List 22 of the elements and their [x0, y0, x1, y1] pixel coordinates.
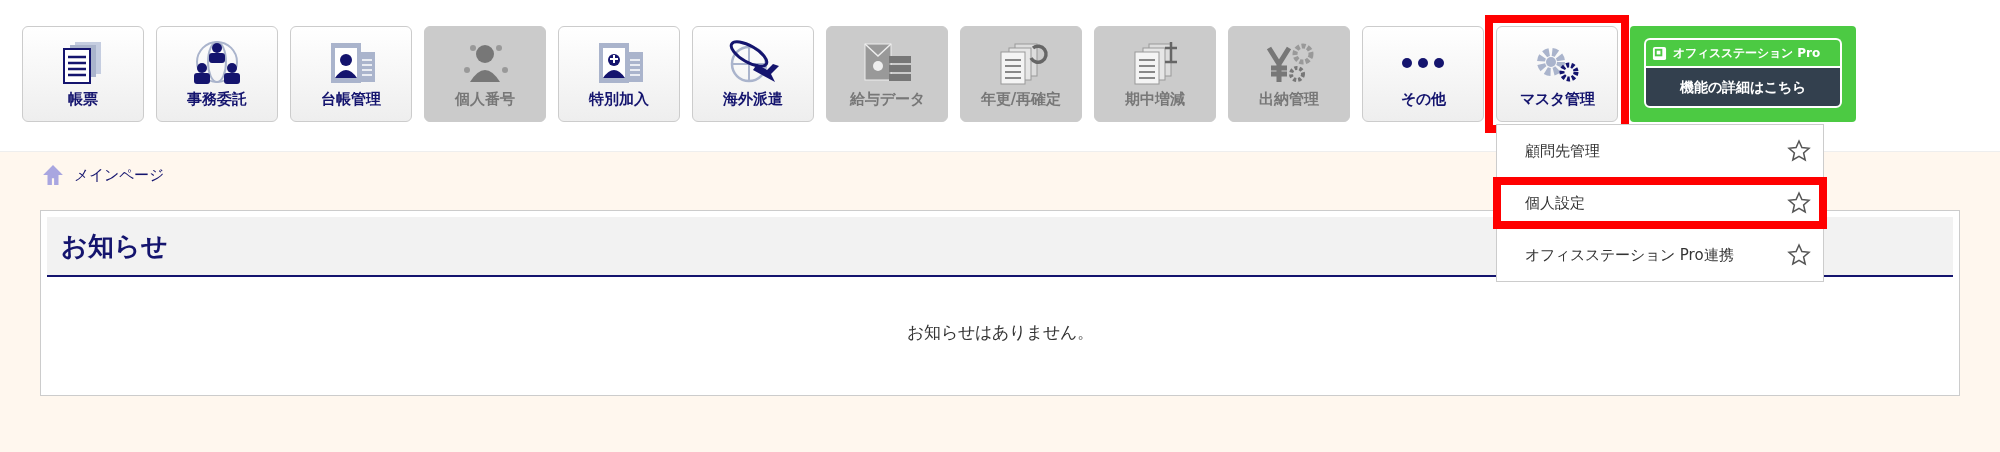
menu-item[interactable]: 顧問先管理: [1497, 125, 1823, 177]
notice-title: お知らせ: [61, 229, 168, 263]
notice-message: お知らせはありません。: [906, 321, 1094, 344]
toolbar-button[interactable]: 特別加入: [558, 26, 680, 122]
home-icon: [42, 164, 64, 186]
details-link[interactable]: 機能の詳細はこちら: [1644, 66, 1842, 108]
toolbar-button[interactable]: その他: [1362, 26, 1484, 122]
dots-icon: [1401, 56, 1445, 69]
star-icon[interactable]: [1787, 243, 1811, 267]
star-icon[interactable]: [1787, 139, 1811, 163]
toolbar-button[interactable]: 事務委託: [156, 26, 278, 122]
menu-item[interactable]: 個人設定: [1497, 177, 1823, 229]
product-name: オフィスステーション Pro: [1673, 44, 1821, 62]
toolbar-button[interactable]: 帳票: [22, 26, 144, 122]
promo-banner[interactable]: オフィスステーション Pro 機能の詳細はこちら: [1630, 26, 1856, 122]
toolbar-button[interactable]: 海外派遣: [692, 26, 814, 122]
star-icon[interactable]: [1787, 191, 1811, 215]
breadcrumb-link[interactable]: メインページ: [74, 165, 164, 185]
toolbar-button[interactable]: マスタ管理: [1496, 26, 1618, 122]
logo-icon: [1652, 45, 1667, 61]
menu-item[interactable]: オフィスステーション Pro連携: [1497, 229, 1823, 281]
toolbar-button[interactable]: 台帳管理: [290, 26, 412, 122]
